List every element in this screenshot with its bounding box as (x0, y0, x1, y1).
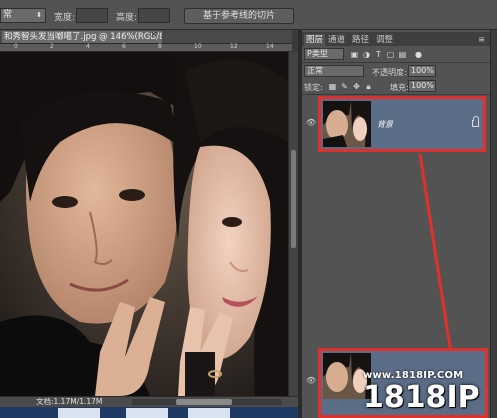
taskbar-item[interactable] (58, 408, 100, 418)
status-bar: 文档:1.17M/1.17M (0, 396, 298, 407)
horizontal-ruler: 0 2 4 6 8 10 12 14 (0, 43, 292, 52)
collapsed-panel-strip (490, 30, 497, 418)
width-label: 宽度: (54, 13, 76, 23)
taskbar-strip (0, 407, 298, 418)
height-label: 高度: (116, 13, 138, 23)
document-size-info: 文档:1.17M/1.17M (36, 397, 103, 406)
photo-image (0, 52, 288, 396)
options-bar: 常 ⬍ 宽度: 高度: 基于参考线的切片 (0, 0, 497, 30)
chevron-down-icon: ⬍ (36, 11, 42, 19)
ruler-tick: 6 (122, 43, 126, 50)
slice-style-value: 常 (3, 10, 13, 20)
ruler-tick: 14 (266, 43, 274, 50)
vertical-scrollbar[interactable] (288, 52, 298, 396)
watermark: www.1818IP.COM 1818IP (363, 370, 497, 418)
ruler-tick: 0 (14, 43, 18, 50)
watermark-brand: 1818IP (363, 380, 480, 415)
ruler-tick: 10 (194, 43, 202, 50)
ruler-tick: 2 (50, 43, 54, 50)
ruler-tick: 8 (158, 43, 162, 50)
layers-panel: 图层 通道 路径 调整 ≡ P类型 ▣ ◑ T ▢ ▤ ● 正常 不透明度: 1… (302, 30, 490, 418)
document-canvas[interactable] (0, 52, 288, 396)
taskbar-item[interactable] (126, 408, 168, 418)
visibility-eye-icon[interactable]: 👁︎ (306, 376, 316, 385)
document-tab-title: 和秀智头发当啷噶了.jpg @ 146%(RGB/8) (4, 32, 162, 42)
width-field[interactable] (76, 8, 108, 23)
slice-style-select[interactable]: 常 ⬍ (0, 8, 46, 23)
close-icon[interactable]: × (150, 30, 158, 40)
document-tab-bar: 和秀智头发当啷噶了.jpg @ 146%(RGB/8) × (0, 30, 292, 44)
slices-from-guides-button[interactable]: 基于参考线的切片 (184, 8, 294, 24)
horizontal-scrollbar[interactable] (132, 399, 282, 405)
ruler-tick: 4 (86, 43, 90, 50)
scroll-thumb[interactable] (291, 150, 296, 248)
document-tab[interactable]: 和秀智头发当啷噶了.jpg @ 146%(RGB/8) (2, 31, 162, 43)
scroll-thumb[interactable] (176, 399, 232, 405)
height-field[interactable] (138, 8, 170, 23)
taskbar-item[interactable] (188, 408, 230, 418)
ruler-tick: 12 (230, 43, 238, 50)
